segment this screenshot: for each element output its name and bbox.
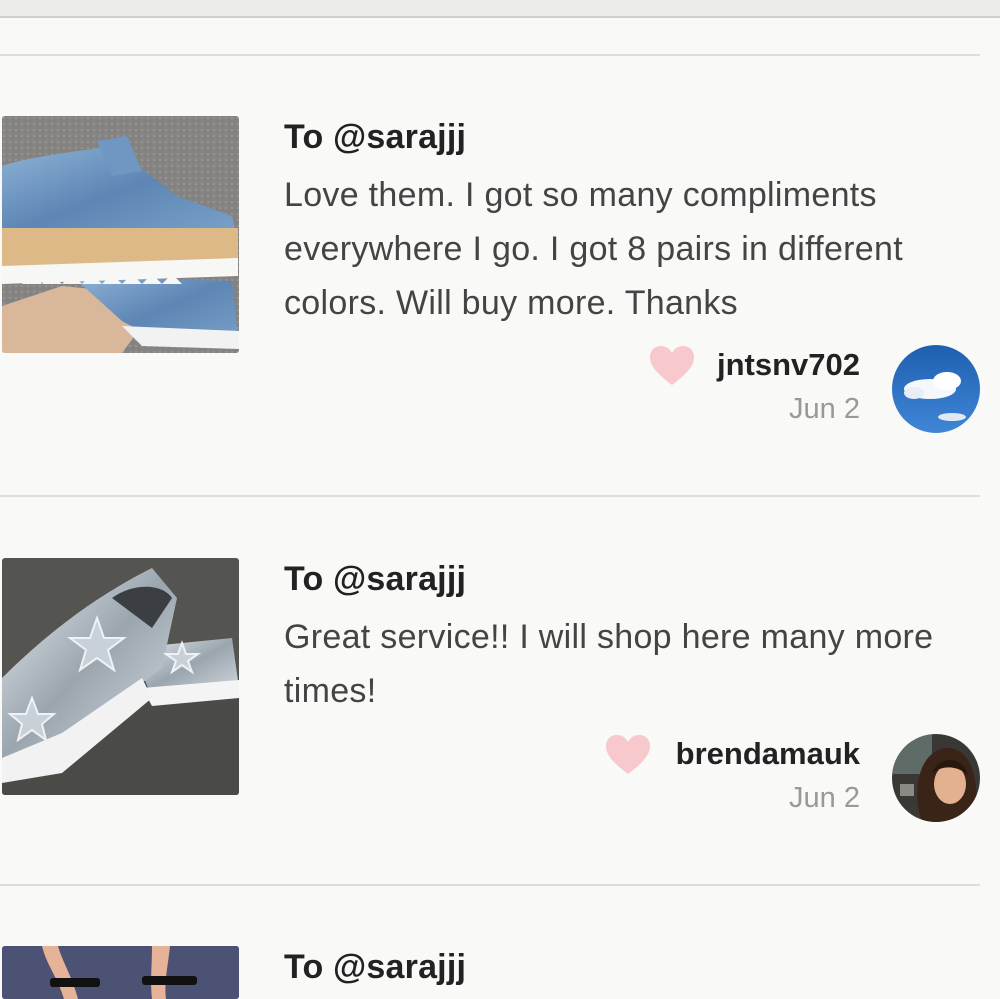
review-date: Jun 2 — [789, 393, 860, 425]
divider — [0, 884, 980, 886]
review-photo-black-heels[interactable] — [2, 946, 239, 999]
heart-icon[interactable] — [649, 345, 695, 387]
reviewer-username[interactable]: jntsnv702 — [717, 347, 860, 383]
review-text: Great service!! I will shop here many mo… — [284, 618, 934, 710]
reviewer-avatar[interactable] — [892, 345, 980, 433]
review-photo-denim-shoe[interactable] — [2, 116, 239, 353]
review-recipient: To @sarajjj — [284, 118, 467, 156]
reviewer-avatar[interactable] — [892, 734, 980, 822]
top-bar-edge — [0, 0, 1000, 18]
review-date: Jun 2 — [789, 782, 860, 814]
reviewer-username[interactable]: brendamauk — [676, 736, 860, 772]
review-text: Love them. I got so many compliments eve… — [284, 176, 903, 322]
divider — [0, 495, 980, 497]
review-recipient: To @sarajjj — [284, 560, 467, 598]
divider — [0, 54, 980, 56]
review-recipient: To @sarajjj — [284, 948, 467, 986]
heart-icon[interactable] — [605, 734, 651, 776]
review-photo-silver-shoe[interactable] — [2, 558, 239, 795]
